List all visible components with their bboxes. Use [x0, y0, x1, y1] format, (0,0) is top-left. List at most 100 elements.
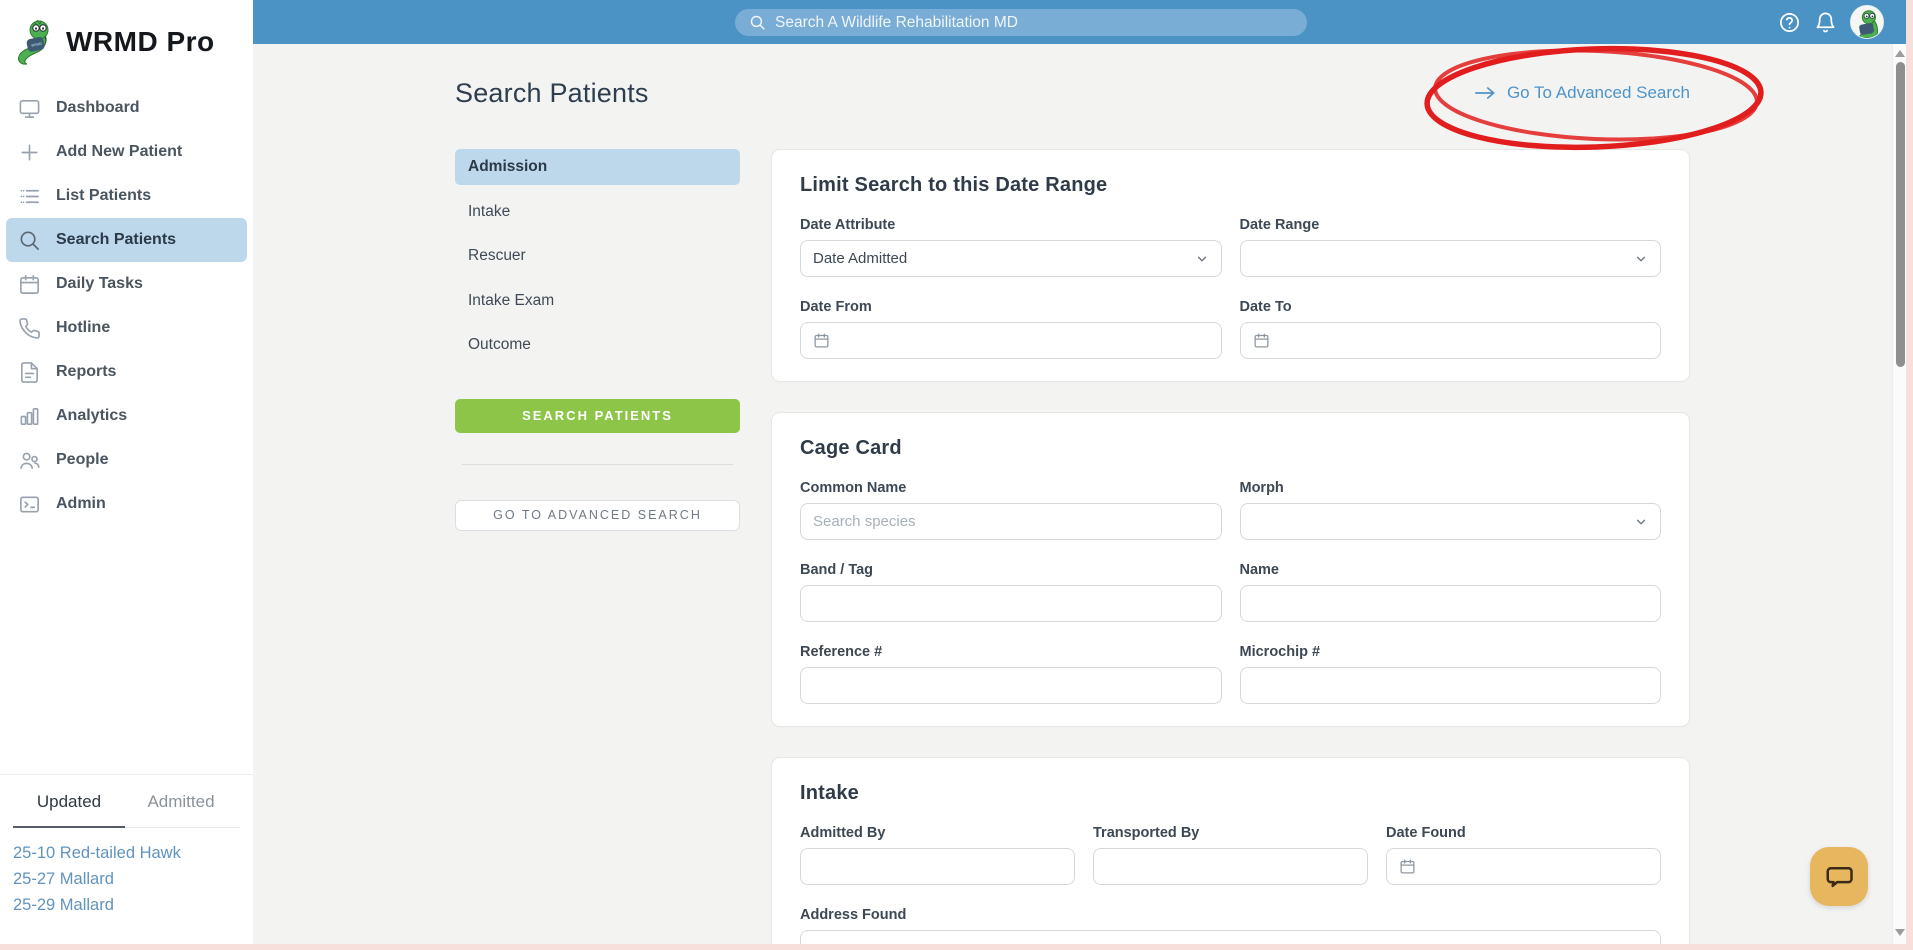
date-attribute-select[interactable]: Date Admitted: [800, 240, 1222, 277]
advanced-search-button[interactable]: GO TO ADVANCED SEARCH: [455, 499, 740, 531]
recent-patient-list: 25-10 Red-tailed Hawk 25-27 Mallard 25-2…: [0, 828, 253, 918]
transported-by-field: Transported By: [1093, 825, 1368, 885]
bar-chart-icon: [20, 407, 39, 425]
subnav-admission[interactable]: Admission: [455, 149, 740, 185]
help-icon[interactable]: [1778, 11, 1801, 34]
vertical-scrollbar[interactable]: [1892, 44, 1906, 944]
sidebar-item-people[interactable]: People: [6, 438, 247, 482]
subnav-intake[interactable]: Intake: [455, 194, 740, 230]
date-to-input[interactable]: [1239, 322, 1661, 359]
chevron-down-icon: [1197, 256, 1206, 261]
sidebar-item-analytics[interactable]: Analytics: [6, 394, 247, 438]
admitted-by-input[interactable]: [813, 858, 1062, 875]
morph-field: Morph: [1239, 480, 1661, 540]
sidebar-item-label: Analytics: [56, 407, 128, 424]
sidebar-item-label: Add New Patient: [56, 143, 183, 160]
calendar-icon: [20, 274, 39, 294]
window-edge-bottom: [0, 944, 1913, 950]
common-name-field: Common Name: [800, 480, 1222, 540]
scroll-up-arrow-icon[interactable]: [1895, 50, 1905, 57]
date-range-field: Date Range: [1239, 217, 1661, 277]
calendar-icon: [1400, 859, 1415, 874]
band-tag-input[interactable]: [813, 595, 1209, 612]
band-tag-field: Band / Tag: [800, 562, 1222, 622]
common-name-input[interactable]: [813, 513, 1209, 530]
date-attribute-field: Date Attribute Date Admitted: [800, 217, 1222, 277]
scroll-down-arrow-icon[interactable]: [1895, 929, 1905, 936]
monitor-icon: [19, 99, 40, 118]
sidebar-item-label: Search Patients: [56, 231, 177, 248]
sidebar-item-label: Daily Tasks: [56, 275, 143, 292]
microchip-field: Microchip #: [1239, 644, 1661, 704]
sidebar-item-label: Admin: [56, 495, 106, 512]
terminal-icon: [20, 495, 39, 513]
chat-launcher-button[interactable]: [1810, 847, 1868, 906]
reference-input[interactable]: [813, 677, 1209, 694]
sidebar-item-admin[interactable]: Admin: [6, 482, 247, 526]
topbar-actions: [1778, 0, 1884, 44]
people-icon: [20, 452, 40, 469]
transported-by-input[interactable]: [1106, 858, 1355, 875]
tab-updated[interactable]: Updated: [13, 775, 125, 828]
user-avatar[interactable]: [1850, 5, 1884, 39]
date-found-field: Date Found: [1386, 825, 1661, 885]
date-from-field: Date From: [800, 299, 1222, 359]
app-logo[interactable]: WRMD WRMD Pro: [0, 0, 253, 80]
sidebar-item-daily-tasks[interactable]: Daily Tasks: [6, 262, 247, 306]
date-range-select[interactable]: [1239, 240, 1661, 277]
date-from-input[interactable]: [800, 322, 1222, 359]
sidebar-item-hotline[interactable]: Hotline: [6, 306, 247, 350]
go-to-advanced-search-link[interactable]: Go To Advanced Search: [1474, 83, 1690, 103]
sidebar: WRMD WRMD Pro Dashboard Add New Patient …: [0, 0, 253, 944]
tab-admitted[interactable]: Admitted: [125, 775, 237, 828]
go-to-advanced-search-label: Go To Advanced Search: [1506, 83, 1690, 102]
phone-icon: [19, 317, 40, 339]
topbar: Search A Wildlife Rehabilitation MD: [253, 0, 1906, 44]
main-content: Search Patients Go To Advanced Search Ad…: [253, 44, 1892, 944]
chevron-down-icon: [1636, 256, 1646, 261]
intake-card: Intake Admitted By Transported By Date F…: [771, 757, 1690, 944]
notifications-bell-icon[interactable]: [1814, 11, 1837, 34]
sidebar-item-dashboard[interactable]: Dashboard: [6, 86, 247, 130]
calendar-icon: [814, 333, 829, 348]
subnav-intake-exam[interactable]: Intake Exam: [455, 283, 740, 319]
microchip-input[interactable]: [1252, 677, 1648, 694]
sidebar-item-label: Dashboard: [56, 99, 140, 116]
admitted-by-field: Admitted By: [800, 825, 1075, 885]
search-subnav: Admission Intake Rescuer Intake Exam Out…: [455, 149, 740, 531]
sidebar-item-list-patients[interactable]: List Patients: [6, 174, 247, 218]
sidebar-item-add-new-patient[interactable]: Add New Patient: [6, 130, 247, 174]
date-found-input[interactable]: [1386, 848, 1661, 885]
global-search-placeholder: Search A Wildlife Rehabilitation MD: [775, 13, 1018, 31]
subnav-rescuer[interactable]: Rescuer: [455, 238, 740, 274]
card-title: Cage Card: [800, 437, 902, 459]
calendar-icon: [1253, 333, 1269, 348]
address-found-field: Address Found: [800, 907, 1661, 944]
recent-patient-link[interactable]: 25-27 Mallard: [13, 866, 240, 892]
sidebar-item-search-patients[interactable]: Search Patients: [6, 218, 247, 262]
name-input[interactable]: [1252, 595, 1648, 612]
wrmd-mascot-logo-icon: WRMD: [18, 19, 49, 65]
recent-patient-link[interactable]: 25-10 Red-tailed Hawk: [13, 840, 240, 866]
name-field: Name: [1239, 562, 1661, 622]
morph-select[interactable]: [1239, 503, 1661, 540]
subnav-outcome[interactable]: Outcome: [455, 327, 740, 363]
search-patients-button[interactable]: SEARCH PATIENTS: [455, 398, 740, 433]
sidebar-item-label: Reports: [56, 363, 117, 380]
card-title: Limit Search to this Date Range: [800, 174, 1108, 196]
scrollbar-thumb[interactable]: [1895, 62, 1905, 367]
sidebar-item-label: Hotline: [56, 319, 111, 336]
sidebar-item-label: People: [56, 451, 109, 468]
search-icon: [20, 231, 39, 250]
recent-patient-link[interactable]: 25-29 Mallard: [13, 892, 240, 918]
date-to-field: Date To: [1239, 299, 1661, 359]
page-header: Search Patients Go To Advanced Search: [455, 45, 1764, 151]
sidebar-item-reports[interactable]: Reports: [6, 350, 247, 394]
global-search-input[interactable]: Search A Wildlife Rehabilitation MD: [735, 9, 1307, 36]
recent-patients-panel: Updated Admitted 25-10 Red-tailed Hawk 2…: [0, 774, 253, 938]
cage-card: Cage Card Common Name Morph: [771, 412, 1690, 727]
app-title: WRMD Pro: [66, 26, 215, 57]
chevron-down-icon: [1636, 519, 1646, 524]
avatar-mascot-image: [1851, 6, 1883, 38]
document-icon: [21, 361, 38, 383]
